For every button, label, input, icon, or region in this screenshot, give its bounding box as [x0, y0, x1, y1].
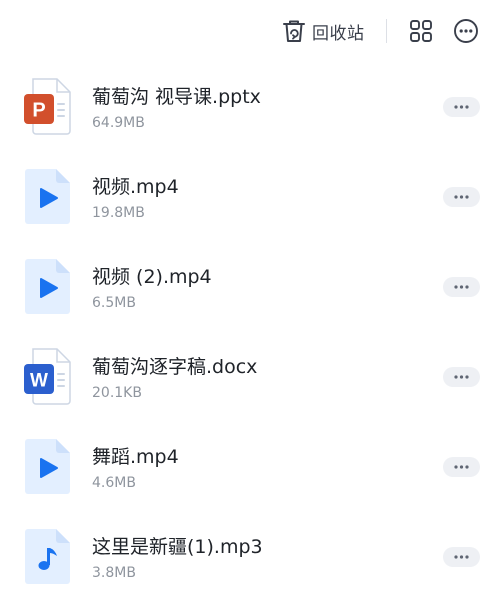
- ellipsis-icon: [454, 375, 469, 379]
- video-file-icon: [24, 167, 74, 225]
- toolbar-divider: [386, 19, 387, 43]
- video-file-icon: [24, 437, 74, 495]
- file-size: 6.5MB: [92, 295, 136, 311]
- file-size: 3.8MB: [92, 565, 136, 581]
- ellipsis-icon: [454, 555, 469, 559]
- row-more-button[interactable]: [443, 97, 480, 117]
- ellipsis-icon: [454, 285, 469, 289]
- grid-view-icon: [410, 20, 432, 42]
- row-more-button[interactable]: [443, 367, 480, 387]
- file-list-item[interactable]: 这里是新疆(1).mp3 3.8MB: [0, 510, 500, 600]
- file-name: 这里是新疆(1).mp3: [92, 536, 263, 558]
- file-list-item[interactable]: P 葡萄沟 视导课.pptx 64.9MB: [0, 60, 500, 150]
- file-size: 19.8MB: [92, 205, 145, 221]
- file-name: 葡萄沟 视导课.pptx: [92, 86, 261, 108]
- powerpoint-file-icon: P: [24, 77, 74, 135]
- file-type-badge: P: [32, 100, 45, 122]
- audio-file-icon: [24, 527, 74, 585]
- word-file-icon: W: [24, 347, 74, 405]
- recycle-bin-label: 回收站: [312, 23, 365, 44]
- row-more-button[interactable]: [443, 457, 480, 477]
- file-list: P 葡萄沟 视导课.pptx 64.9MB 视频.mp4 19.8MB 视频 (…: [0, 60, 500, 600]
- ellipsis-icon: [454, 105, 469, 109]
- file-size: 4.6MB: [92, 475, 136, 491]
- file-name: 舞蹈.mp4: [92, 446, 179, 468]
- row-more-button[interactable]: [443, 277, 480, 297]
- file-size: 64.9MB: [92, 115, 145, 131]
- row-more-button[interactable]: [443, 187, 480, 207]
- grid-view-button[interactable]: [408, 18, 434, 44]
- top-toolbar: 回收站: [0, 0, 500, 60]
- recycle-bin-button[interactable]: 回收站: [282, 18, 365, 44]
- ellipsis-icon: [454, 465, 469, 469]
- file-name: 葡萄沟逐字稿.docx: [92, 356, 258, 378]
- ellipsis-icon: [454, 195, 469, 199]
- file-list-item[interactable]: W 葡萄沟逐字稿.docx 20.1KB: [0, 330, 500, 420]
- video-file-icon: [24, 257, 74, 315]
- file-list-item[interactable]: 视频 (2).mp4 6.5MB: [0, 240, 500, 330]
- file-list-item[interactable]: 舞蹈.mp4 4.6MB: [0, 420, 500, 510]
- file-list-item[interactable]: 视频.mp4 19.8MB: [0, 150, 500, 240]
- trash-bin-icon: [283, 20, 305, 42]
- file-type-badge: W: [30, 371, 48, 392]
- more-options-icon: [454, 19, 478, 43]
- row-more-button[interactable]: [443, 547, 480, 567]
- file-size: 20.1KB: [92, 385, 142, 401]
- file-name: 视频.mp4: [92, 176, 179, 198]
- file-name: 视频 (2).mp4: [92, 266, 212, 288]
- more-options-button[interactable]: [453, 18, 479, 44]
